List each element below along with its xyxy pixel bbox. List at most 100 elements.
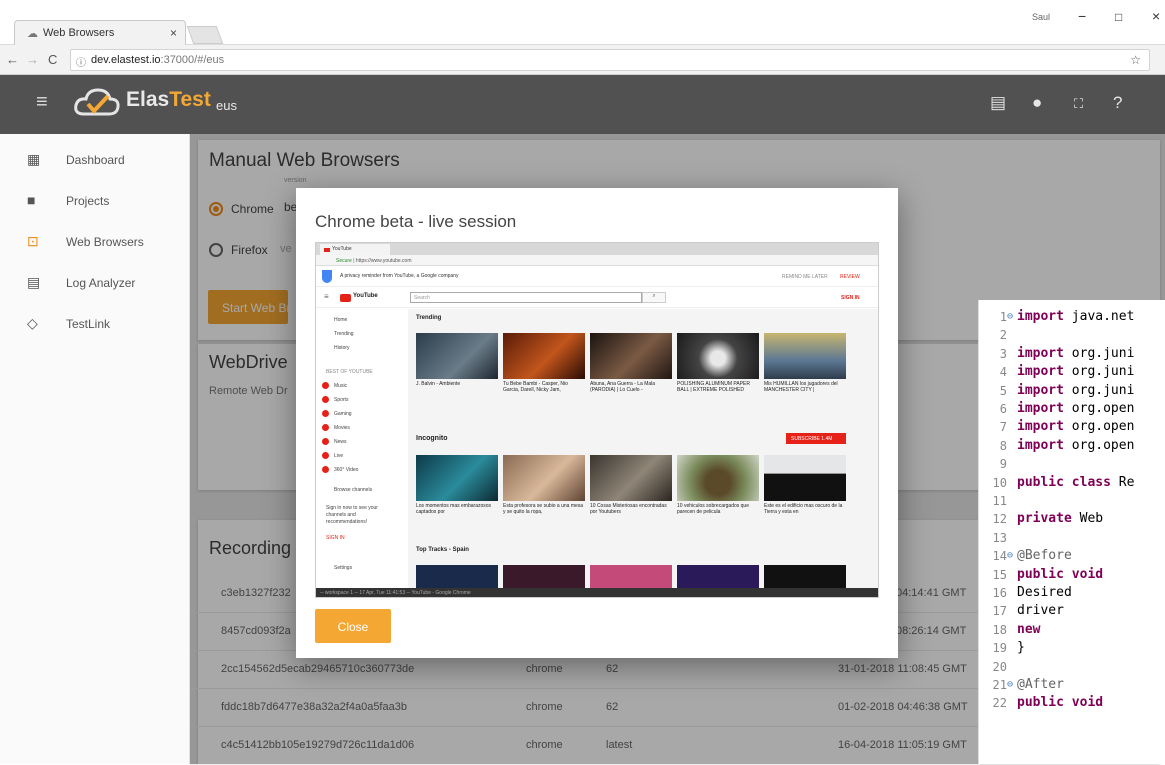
yt-channel[interactable]: Movies (334, 425, 350, 431)
code-line[interactable]: 14 ⊖ @Before (979, 547, 1165, 565)
firefox-radio[interactable] (209, 243, 223, 257)
table-row[interactable]: c4c51412bb105e19279d726c11da1d06 chrome … (190, 727, 980, 765)
yt-channel[interactable]: Live (334, 453, 343, 459)
code-line[interactable]: 20 (979, 658, 1165, 676)
code-line[interactable]: 8 import org.open (979, 437, 1165, 455)
yt-review-button[interactable]: REVIEW (840, 274, 860, 280)
video-title[interactable]: J. Balvin - Ambiente (416, 381, 498, 399)
yt-browse-channels[interactable]: Browse channels (334, 487, 372, 493)
video-title[interactable]: Esta profesora se subio a una mesa y se … (503, 503, 585, 521)
code-line[interactable]: 12 private Web (979, 510, 1165, 528)
video-thumbnail[interactable] (677, 455, 759, 501)
yt-channel[interactable]: Gaming (334, 411, 352, 417)
video-thumbnail[interactable] (590, 333, 672, 379)
maximize-button[interactable]: □ (1115, 10, 1122, 24)
yt-nav-home[interactable]: Home (334, 317, 347, 323)
youtube-logo-icon[interactable] (340, 294, 351, 302)
yt-settings[interactable]: Settings (334, 565, 352, 571)
video-thumbnail[interactable] (503, 565, 585, 589)
video-title[interactable]: Este es el edificio mas oscuro de la Tie… (764, 503, 846, 521)
video-thumbnail[interactable] (677, 565, 759, 589)
yt-channel[interactable]: Music (334, 383, 347, 389)
video-thumbnail[interactable] (590, 455, 672, 501)
video-thumbnail[interactable] (764, 565, 846, 589)
code-line[interactable]: 2 (979, 326, 1165, 344)
yt-subscribe-button[interactable]: SUBSCRIBE 1.4M (786, 433, 846, 444)
table-row[interactable]: fddc18b7d6477e38a32a2f4a0a5faa3b chrome … (190, 689, 980, 727)
close-window-button[interactable]: × (1152, 8, 1160, 24)
video-thumbnail[interactable] (764, 333, 846, 379)
info-icon[interactable]: ⓘ (76, 54, 86, 69)
video-title[interactable]: Abuna, Ana Guerra - La Mala (PARODIA) | … (590, 381, 672, 399)
yt-search-icon[interactable]: ⌕ (642, 292, 666, 303)
code-line[interactable]: 1 ⊖ import java.net (979, 308, 1165, 326)
code-line[interactable]: 16 Desired (979, 584, 1165, 602)
video-title[interactable]: Tu Bebe Bambi - Casper, Nio Garcia, Dare… (503, 381, 585, 399)
video-thumbnail[interactable] (416, 333, 498, 379)
yt-channel[interactable]: News (334, 439, 347, 445)
video-title[interactable]: 10 vehiculos sobrecargados que parecen d… (677, 503, 759, 521)
code-line[interactable]: 10 public class Re (979, 474, 1165, 492)
code-line[interactable]: 13 (979, 529, 1165, 547)
video-thumbnail[interactable] (416, 455, 498, 501)
code-editor[interactable]: 1 ⊖ import java.net 2 3 import org.juni 4 impor… (978, 300, 1165, 764)
menu-icon[interactable]: ≡ (36, 91, 48, 114)
firefox-version-select[interactable]: ve (280, 243, 292, 255)
video-title[interactable]: 10 Cosas Misteriosas encontradas por You… (590, 503, 672, 521)
yt-address-bar[interactable]: Secure | https://www.youtube.com (316, 255, 878, 266)
yt-tab[interactable]: YouTube (320, 244, 390, 255)
start-web-browser-button[interactable]: Start Web Bro (208, 290, 288, 324)
video-thumbnail[interactable] (503, 455, 585, 501)
forward-arrow-icon[interactable]: → (26, 52, 39, 67)
code-line[interactable]: 9 (979, 455, 1165, 473)
book-icon[interactable]: ▤ (990, 93, 1006, 113)
video-thumbnail[interactable] (677, 333, 759, 379)
yt-sign-in-button[interactable]: SIGN IN (841, 295, 860, 301)
fullscreen-icon[interactable]: ⛶ (1074, 96, 1083, 112)
video-thumbnail[interactable] (503, 333, 585, 379)
code-line[interactable]: 5 import org.juni (979, 382, 1165, 400)
video-thumbnail[interactable] (590, 565, 672, 589)
yt-channel[interactable]: 360° Video (334, 467, 358, 473)
yt-nav-trending[interactable]: Trending (334, 331, 354, 337)
close-button[interactable]: Close (315, 609, 391, 643)
help-icon[interactable]: ? (1113, 93, 1122, 113)
fold-marker-icon[interactable]: ⊖ (1007, 676, 1013, 694)
code-line[interactable]: 22 public void (979, 694, 1165, 712)
code-line[interactable]: 11 (979, 492, 1165, 510)
code-line[interactable]: 15 public void (979, 566, 1165, 584)
yt-sidebar-sign-in[interactable]: SIGN IN (326, 535, 345, 541)
video-title[interactable]: POLISHING ALUMINUM PAPER BALL | EXTREME … (677, 381, 759, 399)
video-thumbnail[interactable] (416, 565, 498, 589)
new-tab-button[interactable] (186, 26, 224, 44)
url-input[interactable]: ⓘ dev.elastest.io:37000/#/eus ☆ (70, 49, 1150, 71)
code-line[interactable]: 3 import org.juni (979, 345, 1165, 363)
bookmark-star-icon[interactable]: ☆ (1130, 53, 1141, 67)
yt-remind-later-button[interactable]: REMIND ME LATER (782, 274, 828, 280)
browser-tab[interactable]: ☁ Web Browsers × (14, 20, 186, 46)
code-line[interactable]: 7 import org.open (979, 418, 1165, 436)
back-arrow-icon[interactable]: ← (6, 52, 19, 67)
minimize-button[interactable]: − (1078, 8, 1086, 24)
video-thumbnail[interactable] (764, 455, 846, 501)
tab-close-icon[interactable]: × (170, 26, 177, 40)
code-line[interactable]: 21 ⊖ @After (979, 676, 1165, 694)
code-line[interactable]: 6 import org.open (979, 400, 1165, 418)
chrome-radio[interactable] (209, 202, 223, 216)
yt-search-input[interactable]: Search (410, 292, 642, 303)
github-icon[interactable]: ● (1032, 93, 1042, 113)
fold-marker-icon[interactable]: ⊖ (1007, 547, 1013, 565)
video-title[interactable]: Mis HUMILLAN los jugadores del MANCHESTE… (764, 381, 846, 399)
fold-marker-icon[interactable]: ⊖ (1007, 308, 1013, 326)
yt-menu-icon[interactable]: ≡ (324, 292, 329, 301)
reload-icon[interactable]: C (48, 52, 57, 67)
video-title[interactable]: Los momentos mas embarazosos captados po… (416, 503, 498, 521)
code-line[interactable]: 17 driver (979, 602, 1165, 620)
code-line[interactable]: 18 new (979, 621, 1165, 639)
live-session-viewer[interactable]: YouTube Secure | https://www.youtube.com… (315, 242, 879, 598)
yt-channel[interactable]: Sports (334, 397, 348, 403)
code-line[interactable]: 4 import org.juni (979, 363, 1165, 381)
code-line[interactable]: 19 } (979, 639, 1165, 657)
brand-name[interactable]: ElasTest (126, 88, 211, 112)
yt-nav-history[interactable]: History (334, 345, 350, 351)
